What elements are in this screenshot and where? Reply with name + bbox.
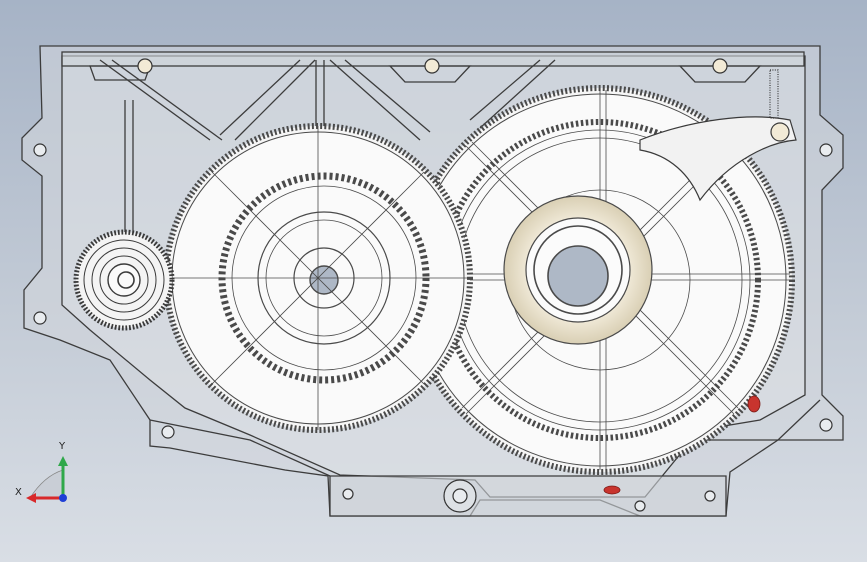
intermediate-gear (163, 123, 473, 433)
cover-screw (712, 58, 728, 74)
cad-viewport[interactable]: X Y (0, 0, 867, 562)
cover-screw (137, 58, 153, 74)
gearbox-drawing[interactable] (0, 0, 867, 562)
sensor-marker (603, 485, 621, 495)
bolt-hole (33, 143, 47, 157)
bolt-hole (33, 311, 47, 325)
bolt-hole (819, 418, 833, 432)
y-axis-label: Y (59, 441, 66, 452)
bolt-hole (452, 488, 468, 504)
cover-screw (424, 58, 440, 74)
bolt-hole (704, 490, 716, 502)
bolt-hole (342, 488, 354, 500)
input-pinion (73, 229, 175, 331)
output-shaft-bore (547, 245, 609, 307)
x-axis-label: X (15, 487, 22, 498)
intermediate-shaft-bore (309, 265, 339, 295)
bolt-hole (634, 500, 646, 512)
bolt-hole (161, 425, 175, 439)
z-axis-dot (59, 494, 67, 502)
input-shaft-bore (117, 271, 135, 289)
coordinate-triad-icon (26, 456, 68, 503)
bolt-hole (819, 143, 833, 157)
sensor-marker (747, 395, 761, 413)
bottom-plate (329, 475, 727, 517)
